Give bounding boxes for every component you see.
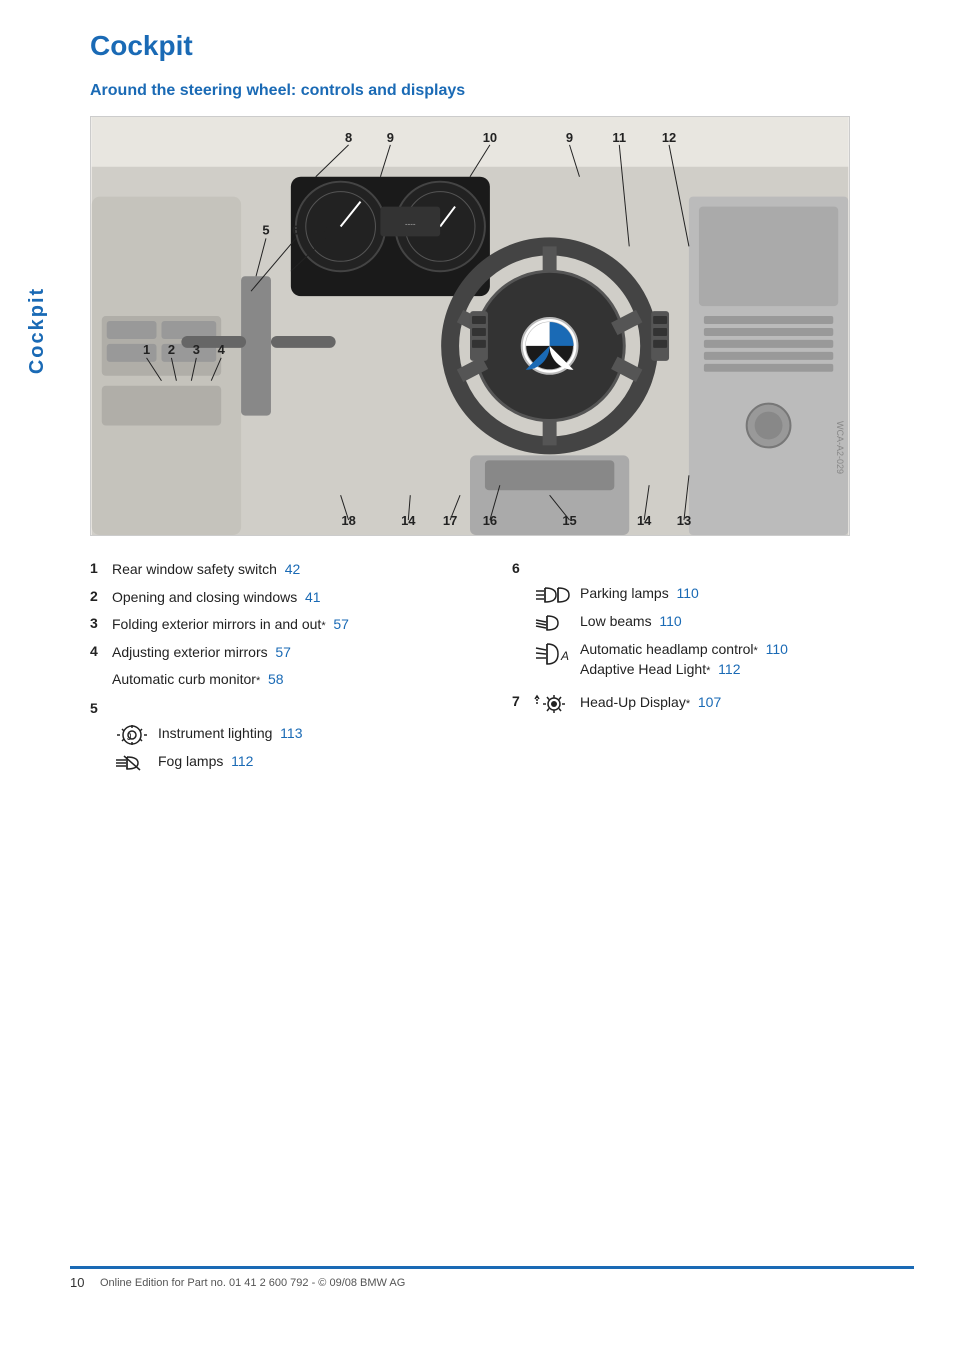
asterisk: * <box>321 620 325 632</box>
list-item: 1 Rear window safety switch 42 <box>90 560 492 580</box>
item-text: Rear window safety switch 42 <box>112 560 492 580</box>
list-item: 4 Adjusting exterior mirrors 57 <box>90 643 492 663</box>
item-text: Instrument lighting 113 <box>158 724 492 744</box>
parking-lamps-icon <box>534 584 574 606</box>
item-link[interactable]: 112 <box>231 753 253 769</box>
svg-text:J: J <box>127 732 132 742</box>
item-number: 6 <box>512 560 528 576</box>
item-number: 1 <box>90 560 106 576</box>
svg-text:2: 2 <box>168 342 175 357</box>
item-number: 7 <box>512 693 528 709</box>
item-number: 2 <box>90 588 106 604</box>
fog-lamp-icon <box>112 752 152 774</box>
asterisk: * <box>754 645 758 657</box>
svg-text:4: 4 <box>218 342 226 357</box>
svg-text:10: 10 <box>483 130 497 145</box>
item-text: Folding exterior mirrors in and out* 57 <box>112 615 492 635</box>
items-right-column: 6 <box>512 560 914 784</box>
page-number: 10 <box>70 1275 90 1290</box>
item-text: Low beams 110 <box>580 612 914 632</box>
item-link[interactable]: 42 <box>285 561 301 577</box>
list-item: 3 Folding exterior mirrors in and out* 5… <box>90 615 492 635</box>
svg-text:9: 9 <box>387 130 394 145</box>
svg-text:17: 17 <box>443 513 457 528</box>
section-title: Around the steering wheel: controls and … <box>90 82 914 100</box>
footer-copyright: Online Edition for Part no. 01 41 2 600 … <box>100 1277 405 1289</box>
list-item-sub: A Automatic headlamp control* 110 Adapti… <box>534 640 914 679</box>
list-item-sub: Low beams 110 <box>534 612 914 634</box>
copyright-watermark: WCA-A2-029 <box>831 417 849 478</box>
item-number: 5 <box>90 700 106 716</box>
item-number: 3 <box>90 615 106 631</box>
item-text: Parking lamps 110 <box>580 584 914 604</box>
asterisk: * <box>256 675 260 687</box>
list-item-sub: 7 <box>512 693 914 715</box>
list-item-sub: Automatic curb monitor* 58 <box>112 670 492 690</box>
list-item: 6 <box>512 560 914 576</box>
item-text: Opening and closing windows 41 <box>112 588 492 608</box>
svg-text:12: 12 <box>662 130 676 145</box>
item-link[interactable]: 41 <box>305 589 321 605</box>
list-item: 5 <box>90 700 492 716</box>
item-number: 4 <box>90 643 106 659</box>
sidebar-label: Cockpit <box>18 180 58 480</box>
item-link[interactable]: 110 <box>659 613 681 629</box>
instrument-icon: J <box>112 724 152 746</box>
asterisk: * <box>706 665 710 677</box>
item-link[interactable]: 112 <box>718 661 740 677</box>
item-group: 4 Adjusting exterior mirrors 57 Automati… <box>90 643 492 690</box>
svg-text:11: 11 <box>612 130 626 145</box>
list-item: 2 Opening and closing windows 41 <box>90 588 492 608</box>
auto-headlamp-icon: A <box>534 640 574 672</box>
item-link[interactable]: 107 <box>698 694 721 710</box>
item-link[interactable]: 110 <box>676 585 698 601</box>
hud-icon <box>534 693 574 715</box>
item-text: Head-Up Display* 107 <box>580 693 914 713</box>
item-text: Automatic curb monitor* 58 <box>112 670 492 690</box>
item-group: 7 <box>512 693 914 715</box>
item-group: 5 <box>90 700 492 774</box>
svg-text:A: A <box>560 649 569 663</box>
main-content: Cockpit Around the steering wheel: contr… <box>70 0 954 814</box>
items-section: 1 Rear window safety switch 42 2 Opening… <box>90 560 914 784</box>
item-text: Automatic headlamp control* 110 Adaptive… <box>580 640 914 679</box>
item-text: Fog lamps 112 <box>158 752 492 772</box>
item-text: Adjusting exterior mirrors 57 <box>112 643 492 663</box>
low-beams-icon <box>534 612 574 634</box>
svg-text:1: 1 <box>143 342 150 357</box>
svg-text:8: 8 <box>345 130 352 145</box>
list-item-sub: Fog lamps 112 <box>112 752 492 774</box>
svg-text:18: 18 <box>341 513 355 528</box>
svg-text:9: 9 <box>566 130 573 145</box>
items-left-column: 1 Rear window safety switch 42 2 Opening… <box>90 560 492 784</box>
item-link[interactable]: 58 <box>268 671 284 687</box>
item-link[interactable]: 110 <box>766 641 788 657</box>
item-link[interactable]: 113 <box>280 725 302 741</box>
svg-text:16: 16 <box>483 513 497 528</box>
svg-text:13: 13 <box>677 513 691 528</box>
page-footer: 10 Online Edition for Part no. 01 41 2 6… <box>70 1266 914 1290</box>
svg-text:7: 7 <box>322 222 329 237</box>
svg-text:----: ---- <box>405 219 416 228</box>
page-title: Cockpit <box>90 30 914 62</box>
list-item-sub: Parking lamps 110 <box>534 584 914 606</box>
svg-text:6: 6 <box>292 222 299 237</box>
list-item-sub: J Instrument lighting 113 <box>112 724 492 746</box>
svg-text:15: 15 <box>562 513 576 528</box>
svg-text:5: 5 <box>262 222 269 237</box>
cockpit-diagram: ---- <box>90 116 850 536</box>
item-group: 6 <box>512 560 914 679</box>
item-link[interactable]: 57 <box>275 644 291 660</box>
item-link[interactable]: 57 <box>333 616 349 632</box>
svg-text:3: 3 <box>193 342 200 357</box>
asterisk: * <box>686 698 690 710</box>
